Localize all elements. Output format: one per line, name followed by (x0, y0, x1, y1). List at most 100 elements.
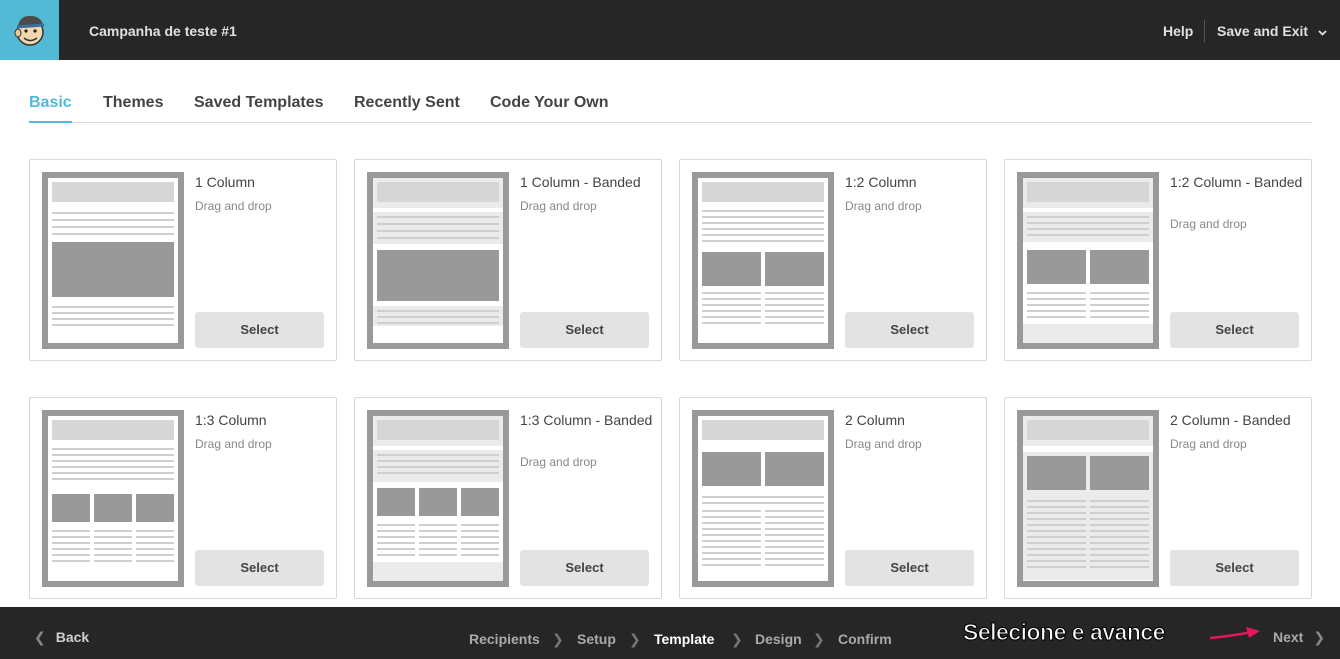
wireframe-text-line (702, 310, 761, 312)
select-button[interactable]: Select (195, 312, 324, 348)
chevron-right-icon: ❯ (731, 631, 743, 647)
step-confirm[interactable]: Confirm (838, 631, 892, 647)
wireframe-text-line (52, 306, 174, 308)
step-template[interactable]: Template (654, 631, 714, 647)
select-button[interactable]: Select (845, 550, 974, 586)
wireframe-text-line (702, 292, 761, 294)
wireframe-text-line (765, 316, 824, 318)
help-link[interactable]: Help (1163, 23, 1193, 39)
wireframe-header (1027, 420, 1149, 440)
wireframe-text-line (702, 210, 824, 212)
wireframe-text-line (765, 304, 824, 306)
tab-basic[interactable]: Basic (29, 94, 72, 123)
wireframe-image-block (94, 494, 132, 522)
wireframe-text-line (1090, 566, 1149, 568)
wireframe-text-line (1090, 316, 1149, 318)
wireframe-text-line (52, 318, 174, 320)
wireframe-text-line (52, 226, 174, 228)
tab-themes[interactable]: Themes (103, 94, 163, 123)
select-button[interactable]: Select (195, 550, 324, 586)
next-button[interactable]: Next ❯ (1273, 629, 1325, 646)
wireframe-text-line (1027, 524, 1086, 526)
annotation-text: Selecione e avance (963, 619, 1166, 646)
tab-code-your-own[interactable]: Code Your Own (490, 94, 609, 123)
template-card-2-column-banded[interactable]: 2 Column - Banded Drag and drop Select (1004, 397, 1312, 599)
template-card-1-column[interactable]: 1 Column Drag and drop Select (29, 159, 337, 361)
wireframe-header (377, 182, 499, 202)
template-subtitle: Drag and drop (1170, 217, 1247, 231)
wireframe-text-line (1090, 524, 1149, 526)
template-thumbnail (1017, 172, 1159, 349)
wireframe-image-block (1027, 456, 1086, 490)
wireframe-text-line (136, 554, 174, 556)
wireframe-text-line (1027, 518, 1086, 520)
wireframe-text-line (1027, 292, 1086, 294)
select-button[interactable]: Select (845, 312, 974, 348)
wireframe-text-line (377, 524, 415, 526)
wireframe-text-line (377, 472, 499, 474)
save-and-exit-button[interactable]: Save and Exit (1217, 23, 1327, 39)
wireframe-text-line (1090, 304, 1149, 306)
template-thumbnail (692, 172, 834, 349)
wireframe-text-line (377, 466, 499, 468)
template-tabs: Basic Themes Saved Templates Recently Se… (29, 94, 1312, 123)
wireframe-band (1023, 324, 1153, 343)
template-subtitle: Drag and drop (520, 455, 597, 469)
wireframe-text-line (52, 530, 90, 532)
wireframe-text-line (1090, 292, 1149, 294)
template-card-1-column-banded[interactable]: 1 Column - Banded Drag and drop Select (354, 159, 662, 361)
template-card-2-column[interactable]: 2 Column Drag and drop Select (679, 397, 987, 599)
step-recipients[interactable]: Recipients (469, 631, 540, 647)
wireframe-text-line (702, 316, 761, 318)
wireframe-text-line (702, 240, 824, 242)
top-bar: Campanha de teste #1 Help Save and Exit (0, 0, 1340, 60)
logo[interactable] (0, 0, 59, 60)
wireframe-text-line (1027, 506, 1086, 508)
wireframe-text-line (702, 322, 761, 324)
select-button[interactable]: Select (520, 550, 649, 586)
wireframe-text-line (419, 530, 457, 532)
wireframe-text-line (1027, 222, 1149, 224)
wireframe-text-line (702, 502, 824, 504)
wireframe-text-line (1090, 536, 1149, 538)
chevron-left-icon: ❮ (34, 629, 46, 645)
mailchimp-monkey-icon (14, 15, 45, 46)
wireframe-text-line (1027, 228, 1149, 230)
select-button[interactable]: Select (520, 312, 649, 348)
wireframe-text-line (702, 234, 824, 236)
wireframe-text-line (377, 216, 499, 218)
template-thumbnail (692, 410, 834, 587)
tab-saved-templates[interactable]: Saved Templates (194, 94, 324, 123)
wireframe-text-line (1090, 298, 1149, 300)
wireframe-text-line (702, 510, 761, 512)
template-thumbnail (367, 410, 509, 587)
template-title: 1:3 Column (195, 412, 267, 428)
wireframe-text-line (94, 548, 132, 550)
wireframe-text-line (702, 552, 761, 554)
step-design[interactable]: Design (755, 631, 802, 647)
select-button[interactable]: Select (1170, 312, 1299, 348)
wireframe-text-line (765, 528, 824, 530)
campaign-title: Campanha de teste #1 (89, 23, 237, 39)
back-button[interactable]: ❮ Back (34, 629, 89, 646)
chevron-right-icon: ❯ (552, 631, 564, 647)
wireframe-text-line (52, 472, 174, 474)
tab-recently-sent[interactable]: Recently Sent (354, 94, 460, 123)
wireframe-image-block (702, 252, 761, 286)
wireframe-text-line (136, 548, 174, 550)
template-card-1-2-column[interactable]: 1:2 Column Drag and drop Select (679, 159, 987, 361)
wireframe-text-line (136, 530, 174, 532)
wireframe-text-line (136, 560, 174, 562)
wireframe-header (52, 420, 174, 440)
wireframe-text-line (52, 542, 90, 544)
wireframe-text-line (765, 564, 824, 566)
select-button[interactable]: Select (1170, 550, 1299, 586)
wireframe-text-line (377, 542, 415, 544)
template-card-1-3-column-banded[interactable]: 1:3 Column - Banded Drag and drop Select (354, 397, 662, 599)
wireframe-text-line (377, 322, 499, 324)
template-card-1-3-column[interactable]: 1:3 Column Drag and drop Select (29, 397, 337, 599)
next-label: Next (1273, 629, 1304, 645)
step-setup[interactable]: Setup (577, 631, 616, 647)
wireframe-text-line (1027, 548, 1086, 550)
template-card-1-2-column-banded[interactable]: 1:2 Column - Banded Drag and drop Select (1004, 159, 1312, 361)
